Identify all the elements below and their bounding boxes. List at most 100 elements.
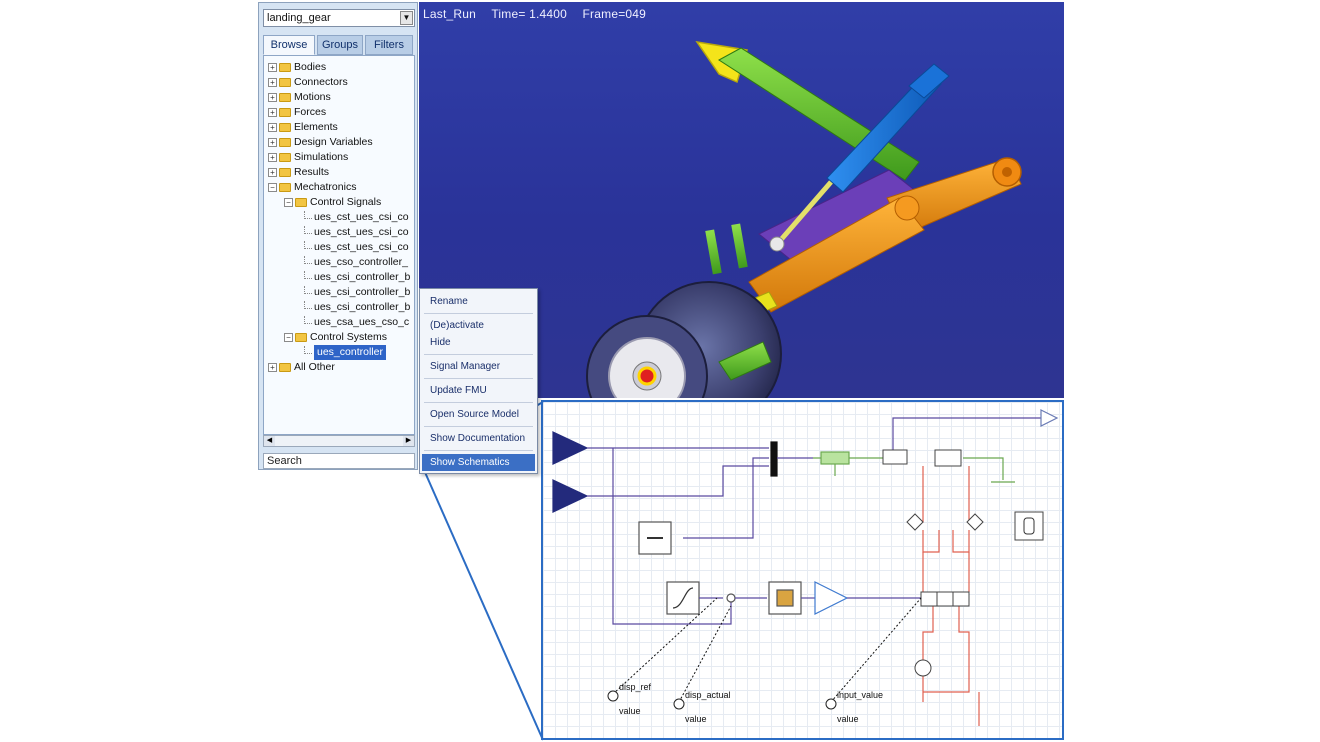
tab-groups[interactable]: Groups <box>317 35 363 55</box>
menu-item-hide[interactable]: Hide <box>422 334 535 351</box>
port-value-label: value <box>619 706 641 716</box>
context-menu: Rename (De)activate Hide Signal Manager … <box>419 288 538 474</box>
port-disp-actual[interactable] <box>673 698 685 710</box>
tree-item-bodies[interactable]: + Bodies <box>268 60 326 75</box>
expand-icon[interactable]: + <box>268 108 277 117</box>
menu-item-signal-manager[interactable]: Signal Manager <box>422 358 535 375</box>
port-label: disp_ref <box>619 682 652 692</box>
spring-block[interactable] <box>820 451 850 465</box>
tree-label: ues_csi_controller_b <box>314 271 411 283</box>
animation-status: Last_Run Time= 1.4400 Frame=049 <box>423 7 658 21</box>
tree-label: ues_csa_ues_cso_c <box>314 316 410 328</box>
menu-separator <box>424 450 533 451</box>
gain-block[interactable] <box>814 581 849 615</box>
horizontal-scrollbar[interactable]: ◀ ▶ <box>263 435 415 447</box>
cylinder-block[interactable] <box>934 449 962 467</box>
expand-icon[interactable]: + <box>268 93 277 102</box>
folder-icon <box>279 93 291 102</box>
menu-item-open-source-model[interactable]: Open Source Model <box>422 406 535 423</box>
menu-separator <box>424 313 533 314</box>
scroll-left-icon[interactable]: ◀ <box>264 436 275 446</box>
browser-tabs: Browse Groups Filters <box>263 35 415 55</box>
tree-item-results[interactable]: + Results <box>268 165 329 180</box>
scroll-right-icon[interactable]: ▶ <box>403 436 414 446</box>
tree-item-design-variables[interactable]: + Design Variables <box>268 135 373 150</box>
input-port-2[interactable] <box>552 479 589 513</box>
tree-label: Connectors <box>294 76 348 88</box>
folder-icon <box>279 363 291 372</box>
tree-item-control-systems[interactable]: − Control Systems <box>284 330 387 345</box>
expand-icon[interactable]: + <box>268 63 277 72</box>
collapse-icon[interactable]: − <box>268 183 277 192</box>
tree-item-all-other[interactable]: + All Other <box>268 360 335 375</box>
tab-browse[interactable]: Browse <box>263 35 315 55</box>
menu-item-rename[interactable]: Rename <box>422 293 535 310</box>
chevron-down-icon[interactable]: ▼ <box>400 11 413 25</box>
tree-item-connectors[interactable]: + Connectors <box>268 75 348 90</box>
tree-item-control-signals[interactable]: − Control Signals <box>284 195 381 210</box>
input-port-1[interactable] <box>552 431 589 465</box>
tree-label: Results <box>294 166 330 178</box>
tree-item-signal[interactable]: ues_cst_ues_csi_co <box>304 225 409 240</box>
tree-item-signal[interactable]: ues_csi_controller_b <box>304 285 410 300</box>
tree-label: ues_csi_controller_b <box>314 301 411 313</box>
tree-label: Control Systems <box>310 331 388 343</box>
collapse-icon[interactable]: − <box>284 333 293 342</box>
folder-icon <box>279 108 291 117</box>
tree-label: ues_cso_controller_ <box>314 256 408 268</box>
expand-icon[interactable]: + <box>268 123 277 132</box>
tree-item-forces[interactable]: + Forces <box>268 105 326 120</box>
menu-item-deactivate[interactable]: (De)activate <box>422 317 535 334</box>
tree-item-ues-controller[interactable]: ues_controller <box>304 345 386 360</box>
schematic-view[interactable]: disp_ref value disp_actual value input_v… <box>541 400 1064 740</box>
tree-item-signal[interactable]: ues_csi_controller_b <box>304 270 410 285</box>
menu-item-show-documentation[interactable]: Show Documentation <box>422 430 535 447</box>
tree-item-signal[interactable]: ues_csa_ues_cso_c <box>304 315 409 330</box>
port-input-value[interactable] <box>825 698 837 710</box>
tree-item-motions[interactable]: + Motions <box>268 90 331 105</box>
pump-icon <box>914 659 932 677</box>
tab-filters[interactable]: Filters <box>365 35 413 55</box>
expand-icon[interactable]: + <box>268 153 277 162</box>
tree-item-signal[interactable]: ues_cst_ues_csi_co <box>304 240 409 255</box>
menu-item-show-schematics[interactable]: Show Schematics <box>422 454 535 471</box>
tree-item-signal[interactable]: ues_csi_controller_b <box>304 300 410 315</box>
menu-separator <box>424 426 533 427</box>
folder-icon <box>279 138 291 147</box>
menu-item-update-fmu[interactable]: Update FMU <box>422 382 535 399</box>
tree-label: All Other <box>294 361 335 373</box>
search-input[interactable]: Search <box>263 453 415 469</box>
expand-icon[interactable]: + <box>268 168 277 177</box>
tree-label: Elements <box>294 121 338 133</box>
tree-label: ues_cst_ues_csi_co <box>314 226 409 238</box>
collapse-icon[interactable]: − <box>284 198 293 207</box>
tree-label: ues_cst_ues_csi_co <box>314 241 409 253</box>
valve-block[interactable] <box>920 591 970 607</box>
expand-icon[interactable]: + <box>268 138 277 147</box>
model-select-value: landing_gear <box>267 12 331 24</box>
tree-item-signal[interactable]: ues_cso_controller_ <box>304 255 408 270</box>
time-readout: Time= 1.4400 <box>491 7 567 21</box>
folder-icon <box>295 198 307 207</box>
tree-item-signal[interactable]: ues_cst_ues_csi_co <box>304 210 409 225</box>
port-value-label: value <box>837 714 859 724</box>
expand-icon[interactable]: + <box>268 78 277 87</box>
menu-separator <box>424 378 533 379</box>
sum-block[interactable] <box>726 593 736 603</box>
tree-label: Simulations <box>294 151 349 163</box>
check-valve-icon <box>906 513 924 531</box>
model-browser-panel: landing_gear ▼ Browse Groups Filters + Bo… <box>258 2 418 470</box>
tree-item-elements[interactable]: + Elements <box>268 120 338 135</box>
folder-icon <box>279 168 291 177</box>
expand-icon[interactable]: + <box>268 363 277 372</box>
ramp-block[interactable] <box>666 581 700 615</box>
tree-item-mechatronics[interactable]: − Mechatronics <box>268 180 356 195</box>
tree-label: Mechatronics <box>294 181 357 193</box>
sensor-block[interactable] <box>882 449 908 465</box>
mux-block[interactable] <box>770 441 778 477</box>
port-disp-ref[interactable] <box>607 690 619 702</box>
tree-item-simulations[interactable]: + Simulations <box>268 150 348 165</box>
model-select[interactable]: landing_gear ▼ <box>263 9 415 27</box>
tree-label: Bodies <box>294 61 327 73</box>
folder-icon <box>279 63 291 72</box>
